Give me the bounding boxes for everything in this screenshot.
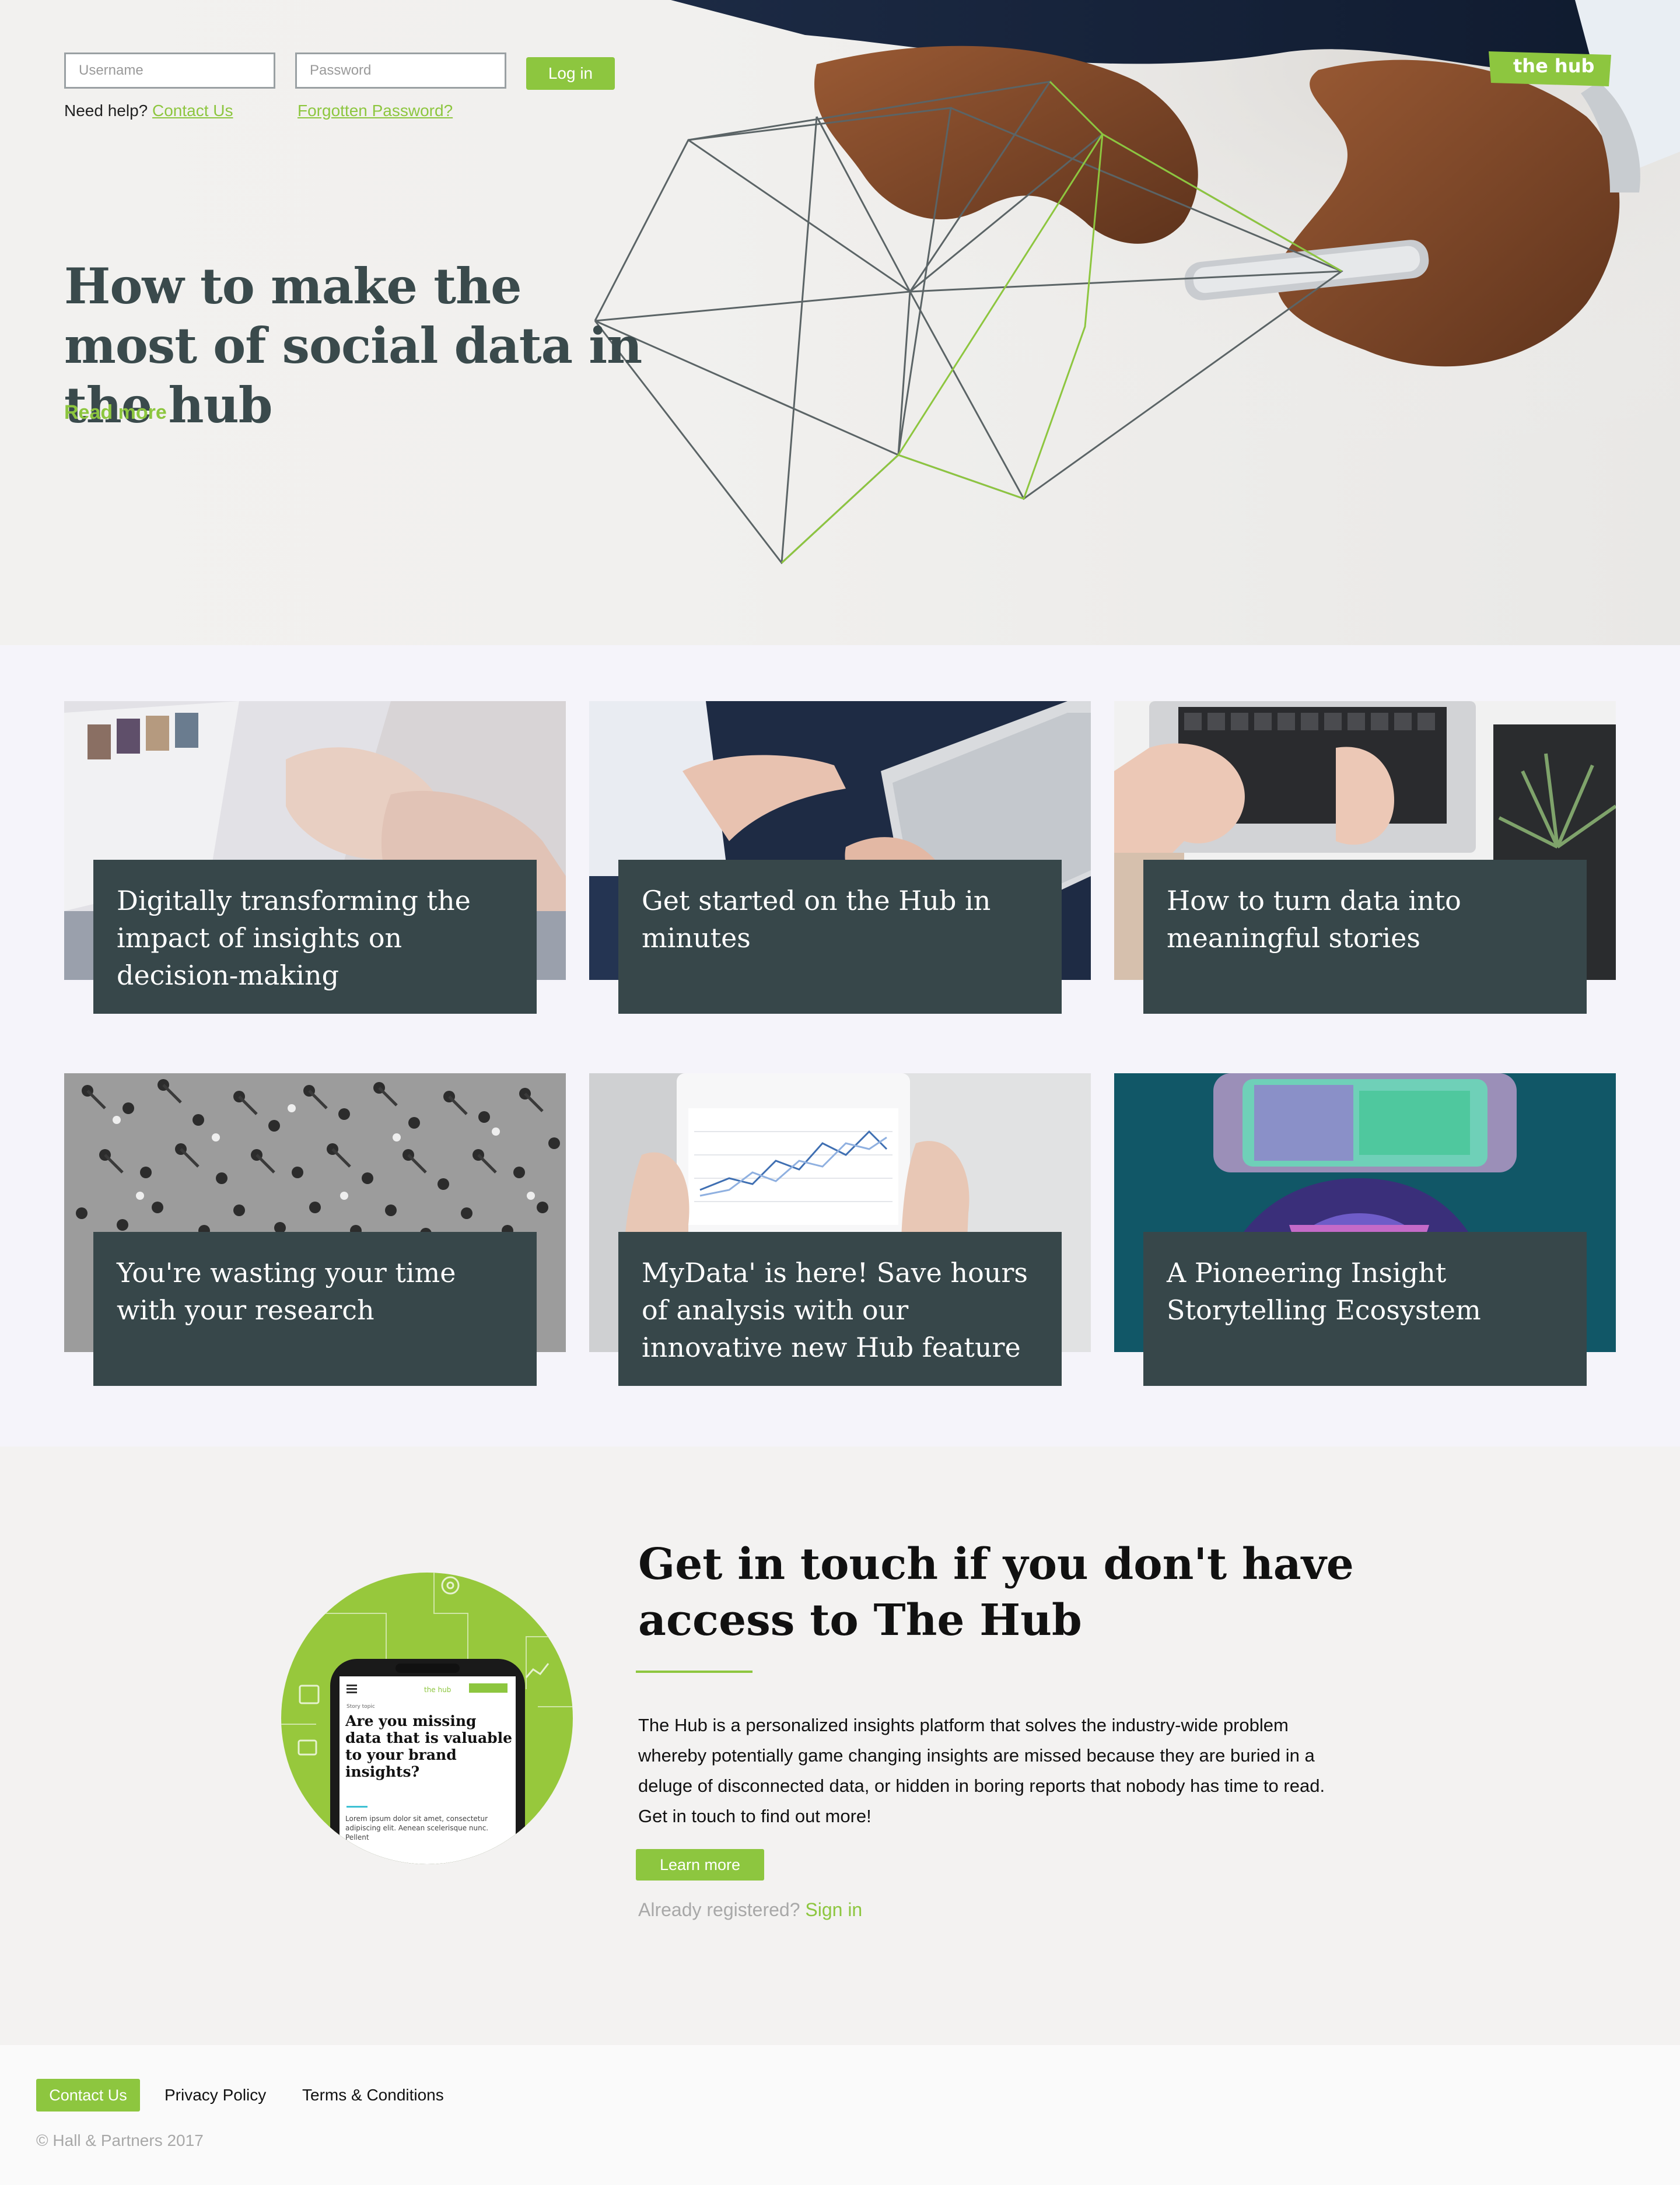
learn-more-button[interactable]: Learn more — [636, 1849, 764, 1881]
article-card-caption: MyData' is here! Save hours of analysis … — [618, 1232, 1062, 1386]
article-card-caption: You're wasting your time with your resea… — [93, 1232, 537, 1386]
article-card[interactable]: How to turn data into meaningful stories — [1114, 701, 1616, 1014]
article-card[interactable]: MyData' is here! Save hours of analysis … — [589, 1073, 1091, 1386]
access-section: the hub Story topic Are you missing data… — [0, 1447, 1680, 2045]
article-card-title: How to turn data into meaningful stories — [1167, 885, 1461, 954]
forgot-password-link[interactable]: Forgotten Password? — [298, 101, 453, 120]
phone-lorem: Lorem ipsum dolor sit amet, consectetur … — [345, 1815, 489, 1841]
article-card[interactable]: Get started on the Hub in minutes — [589, 701, 1091, 1014]
copyright-text: © Hall & Partners 2017 — [36, 2131, 204, 2149]
phone-story-tag: Story topic — [346, 1704, 375, 1710]
privacy-policy-link[interactable]: Privacy Policy — [164, 2086, 266, 2105]
forgot-password-row: Forgotten Password? — [298, 101, 453, 120]
article-card-title: A Pioneering Insight Storytelling Ecosys… — [1167, 1257, 1481, 1326]
phone-logo-text: the hub — [424, 1686, 451, 1694]
article-card-caption: Get started on the Hub in minutes — [618, 860, 1062, 1014]
title-divider — [636, 1671, 752, 1673]
terms-conditions-link[interactable]: Terms & Conditions — [302, 2086, 444, 2105]
phone-headline: Are you missing data that is valuable to… — [345, 1713, 513, 1780]
article-card-title: Get started on the Hub in minutes — [642, 885, 991, 954]
need-help-label: Need help? — [64, 101, 148, 120]
hub-logo[interactable]: the hub — [1486, 50, 1615, 87]
username-input[interactable] — [64, 52, 275, 89]
article-card-title: MyData' is here! Save hours of analysis … — [642, 1257, 1028, 1363]
articles-grid: Digitally transforming the impact of ins… — [0, 645, 1680, 1447]
article-card-caption: How to turn data into meaningful stories — [1143, 860, 1587, 1014]
contact-us-link[interactable]: Contact Us — [152, 101, 233, 120]
already-registered-text: Already registered? — [638, 1899, 800, 1920]
access-description: The Hub is a personalized insights platf… — [638, 1715, 1325, 1826]
login-button[interactable]: Log in — [526, 57, 615, 90]
phone-illustration: the hub Story topic Are you missing data… — [281, 1573, 573, 1864]
article-card-caption: A Pioneering Insight Storytelling Ecosys… — [1143, 1232, 1587, 1386]
footer-contact-button[interactable]: Contact Us — [36, 2079, 140, 2112]
article-card-caption: Digitally transforming the impact of ins… — [93, 860, 537, 1014]
access-title: Get in touch if you don't have access to… — [638, 1539, 1354, 1645]
article-card[interactable]: You're wasting your time with your resea… — [64, 1073, 566, 1386]
hero-section: Log in Need help? Contact Us Forgotten P… — [0, 0, 1680, 645]
read-more-link[interactable]: Read more — [64, 401, 167, 424]
password-input[interactable] — [295, 52, 506, 89]
hub-logo-text: the hub — [1513, 55, 1595, 77]
article-card-title: Digitally transforming the impact of ins… — [117, 885, 471, 991]
article-card-title: You're wasting your time with your resea… — [117, 1257, 456, 1326]
already-registered-row: Already registered? Sign in — [638, 1899, 862, 1921]
article-card[interactable]: A Pioneering Insight Storytelling Ecosys… — [1114, 1073, 1616, 1386]
article-card[interactable]: Digitally transforming the impact of ins… — [64, 701, 566, 1014]
sign-in-link[interactable]: Sign in — [805, 1899, 862, 1920]
footer: Contact Us Privacy Policy Terms & Condit… — [0, 2045, 1680, 2185]
help-text: Need help? Contact Us — [64, 101, 233, 120]
